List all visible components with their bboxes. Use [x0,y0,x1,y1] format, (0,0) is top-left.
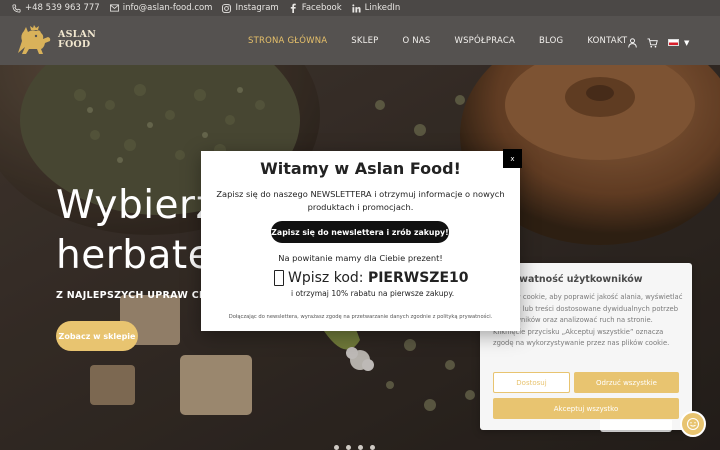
contact-bar: +48 539 963 777 info@aslan-food.com Inst… [0,0,720,16]
site-logo[interactable]: ASLAN FOOD [14,23,96,57]
chevron-down-icon: ▼ [684,38,690,47]
gift-icon [274,270,284,286]
phone-icon [12,3,21,13]
nav-item-blog[interactable]: BLOG [539,36,563,46]
nav-item-about[interactable]: O NAS [403,36,431,46]
linkedin-icon [352,3,361,13]
slider-dot[interactable] [370,445,375,450]
cart-icon[interactable] [647,33,658,52]
nav-item-cooperation[interactable]: WSPÓŁPRACA [454,36,515,46]
slider-pagination [334,445,375,450]
email-link[interactable]: info@aslan-food.com [109,3,213,13]
phone-text: +48 539 963 777 [25,3,100,13]
main-nav: STRONA GŁÓWNA SKLEP O NAS WSPÓŁPRACA BLO… [248,16,651,65]
promo-code-row: Wpisz kod: PIERWSZE10 [274,270,469,286]
facebook-icon [289,3,298,13]
facebook-text: Facebook [301,3,342,13]
logo-line-food: FOOD [58,39,91,50]
linkedin-text: LinkedIn [364,3,401,13]
modal-description: Zapisz się do naszego NEWSLETTERA i otrz… [216,189,505,212]
cookie-accept-all-button[interactable]: Akceptuj wszystko [493,398,679,419]
cookie-customize-button[interactable]: Dostosuj [493,372,570,393]
welcome-gift-text: Na powitanie mamy dla Ciebie prezent! [278,253,443,263]
slider-dot[interactable] [334,445,339,450]
promo-code-subtext: i otrzymaj 10% rabatu na pierwsze zakupy… [291,289,455,298]
logo-text: ASLAN FOOD [58,30,96,50]
linkedin-link[interactable]: LinkedIn [352,3,401,13]
main-header: ASLAN FOOD STRONA GŁÓWNA SKLEP O NAS WSP… [0,16,720,65]
cookie-description: y plików cookie, aby poprawić jakość ala… [493,293,683,347]
header-actions: ▼ [628,33,689,52]
hero-title-line1: Wybierz [56,183,217,228]
chat-button[interactable] [680,411,706,437]
facebook-link[interactable]: Facebook [289,3,342,13]
nav-item-contact[interactable]: KONTAKT [587,36,627,46]
user-icon[interactable] [628,33,637,52]
promo-code-text: Wpisz kod: PIERWSZE10 [288,270,469,286]
hero-title: Wybierz herbatę [56,181,217,281]
cookie-reject-all-button[interactable]: Odrzuć wszystkie [574,372,679,393]
newsletter-modal: x Witamy w Aslan Food! Zapisz się do nas… [201,149,522,331]
nav-item-shop[interactable]: SKLEP [351,36,378,46]
instagram-text: Instagram [235,3,279,13]
instagram-link[interactable]: Instagram [222,3,279,13]
promo-code: PIERWSZE10 [367,270,469,286]
phone-link[interactable]: +48 539 963 777 [12,3,100,13]
lion-logo-icon [18,25,51,54]
newsletter-signup-button[interactable]: Zapisz się do newslettera i zrób zakupy! [271,221,449,243]
shop-now-button[interactable]: Zobacz w sklepie [56,321,138,351]
nav-item-home[interactable]: STRONA GŁÓWNA [248,36,327,46]
mail-icon [109,4,119,13]
modal-title: Witamy w Aslan Food! [260,159,461,178]
flag-pl-icon [668,39,679,46]
slider-dot[interactable] [358,445,363,450]
consent-note: Dołączając do newslettera, wyrażasz zgod… [228,314,493,320]
language-switcher[interactable]: ▼ [668,39,689,47]
hero-title-line2: herbatę [56,233,213,278]
promo-code-prefix: Wpisz kod: [288,270,368,286]
instagram-icon [222,3,232,13]
chat-icon [686,417,700,431]
email-text: info@aslan-food.com [122,3,213,13]
slider-dot[interactable] [346,445,351,450]
